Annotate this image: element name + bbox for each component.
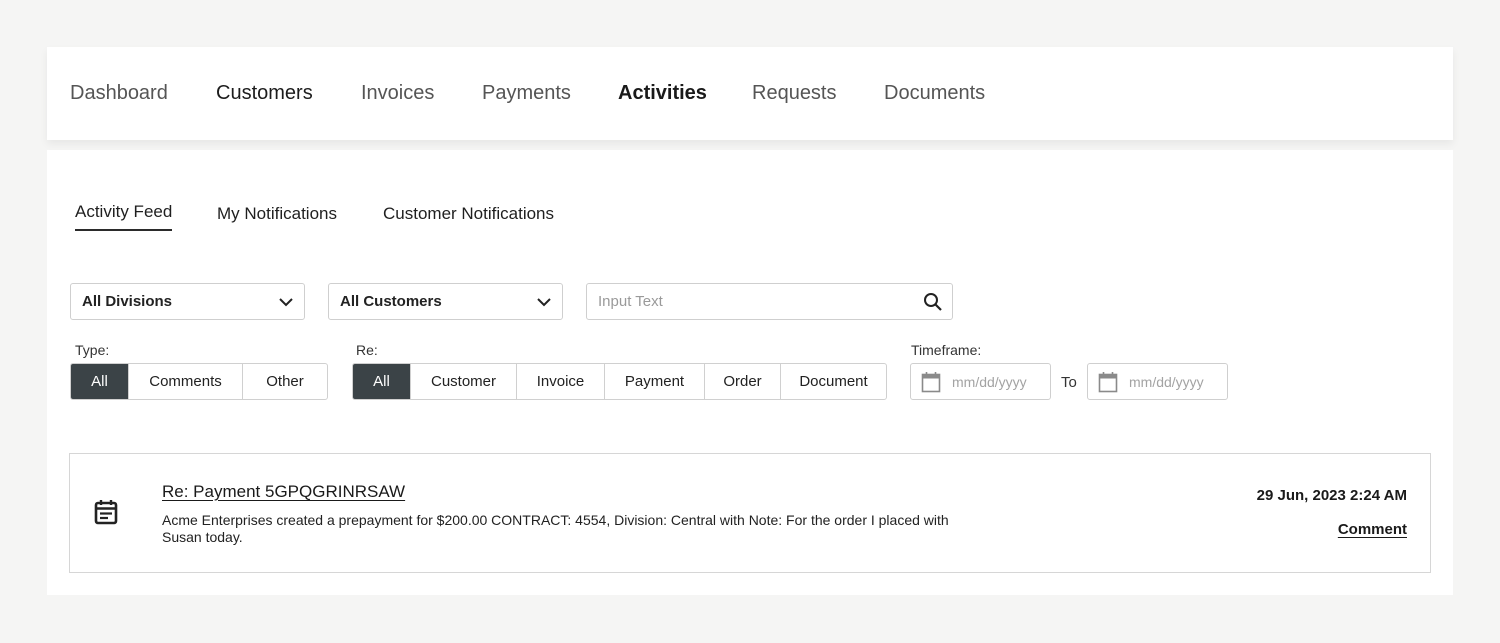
search-input[interactable] xyxy=(598,293,898,310)
tab-activity-feed[interactable]: Activity Feed xyxy=(75,202,173,231)
top-navigation: Dashboard Customers Invoices Payments Ac… xyxy=(47,47,1453,140)
activity-panel: Activity Feed My Notifications Customer … xyxy=(47,150,1453,595)
re-filter-label: Re: xyxy=(356,342,378,358)
tab-customer-notifications[interactable]: Customer Notifications xyxy=(383,204,554,224)
nav-item-dashboard[interactable]: Dashboard xyxy=(70,82,168,105)
date-from-field xyxy=(910,363,1051,400)
type-filter-label: Type: xyxy=(75,342,110,358)
search-box xyxy=(586,283,953,320)
search-icon[interactable] xyxy=(923,292,943,312)
nav-item-activities[interactable]: Activities xyxy=(618,82,707,105)
activity-title-link[interactable]: Re: Payment 5GPQGRINRSAW xyxy=(162,482,405,502)
comment-link[interactable]: Comment xyxy=(1338,521,1407,538)
customer-select-value: All Customers xyxy=(340,293,442,310)
timeframe-label: Timeframe: xyxy=(911,342,982,358)
customer-select[interactable]: All Customers xyxy=(328,283,563,320)
calendar-icon[interactable] xyxy=(1098,371,1118,393)
nav-item-documents[interactable]: Documents xyxy=(884,82,985,105)
nav-item-customers[interactable]: Customers xyxy=(216,82,313,105)
type-filter-comments[interactable]: Comments xyxy=(129,364,243,399)
activity-description: Acme Enterprises created a prepayment fo… xyxy=(162,512,949,545)
re-filter-document[interactable]: Document xyxy=(781,364,886,399)
nav-item-payments[interactable]: Payments xyxy=(482,82,571,105)
date-to-input[interactable] xyxy=(1129,373,1219,390)
date-to-field xyxy=(1087,363,1228,400)
re-filter-order[interactable]: Order xyxy=(705,364,781,399)
type-filter-all[interactable]: All xyxy=(71,364,129,399)
activity-item: Re: Payment 5GPQGRINRSAW Acme Enterprise… xyxy=(69,453,1431,573)
re-filter-payment[interactable]: Payment xyxy=(605,364,705,399)
nav-item-invoices[interactable]: Invoices xyxy=(361,82,434,105)
chevron-down-icon xyxy=(279,298,293,307)
division-select-value: All Divisions xyxy=(82,293,173,310)
chevron-down-icon xyxy=(537,298,551,307)
re-filter-all[interactable]: All xyxy=(353,364,411,399)
to-label: To xyxy=(1061,374,1077,391)
document-icon xyxy=(94,500,118,525)
type-filter-group: All Comments Other xyxy=(70,363,328,400)
type-filter-other[interactable]: Other xyxy=(243,364,327,399)
re-filter-customer[interactable]: Customer xyxy=(411,364,517,399)
date-from-input[interactable] xyxy=(952,373,1042,390)
division-select[interactable]: All Divisions xyxy=(70,283,305,320)
calendar-icon[interactable] xyxy=(921,371,941,393)
activity-timestamp: 29 Jun, 2023 2:24 AM xyxy=(1256,487,1407,504)
re-filter-invoice[interactable]: Invoice xyxy=(517,364,605,399)
tab-my-notifications[interactable]: My Notifications xyxy=(217,204,337,224)
re-filter-group: All Customer Invoice Payment Order Docum… xyxy=(352,363,887,400)
nav-item-requests[interactable]: Requests xyxy=(752,82,837,105)
